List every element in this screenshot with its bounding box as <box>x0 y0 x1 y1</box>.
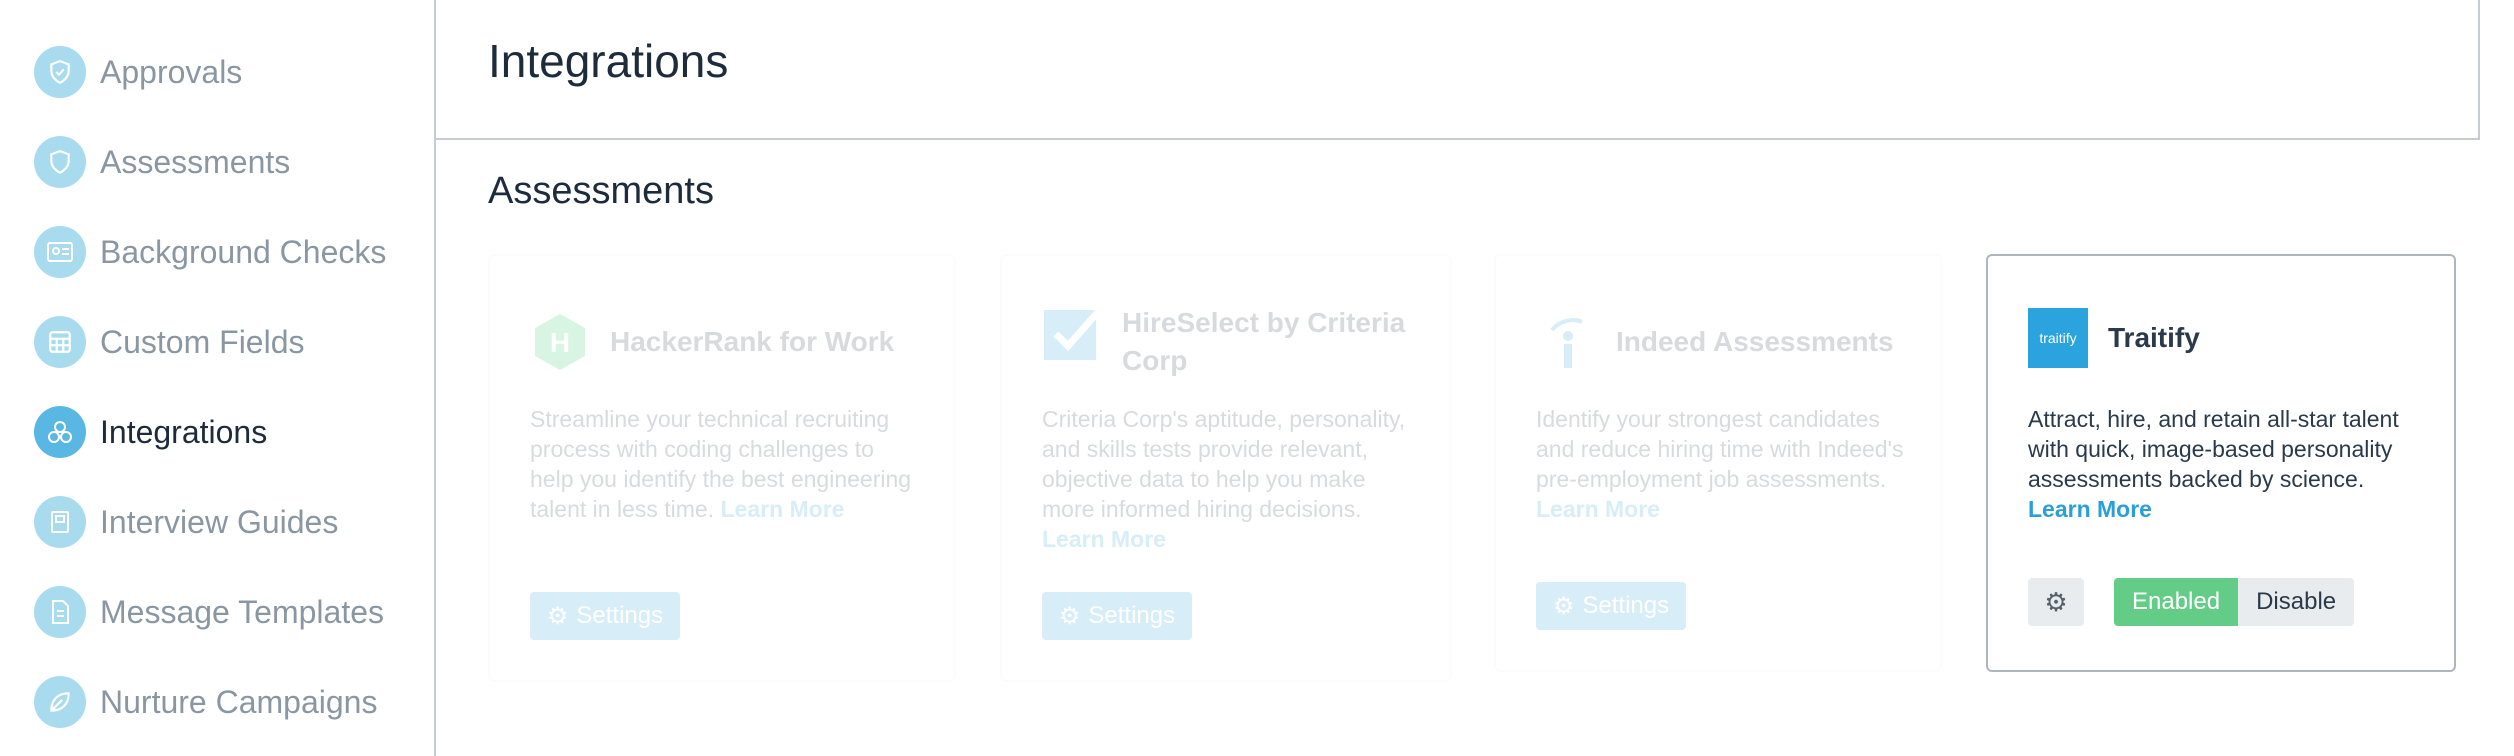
sidebar-item-approvals[interactable]: Approvals <box>34 44 242 100</box>
sidebar-item-label: Approvals <box>100 53 243 90</box>
section-title: Assessments <box>488 170 714 212</box>
settings-label: Settings <box>1582 592 1670 619</box>
settings-label: Settings <box>576 602 664 629</box>
enable-toggle: Enabled Disable <box>2114 578 2355 626</box>
sidebar: Approvals Assessments Background Checks … <box>0 0 436 756</box>
hackerrank-logo-icon: H <box>530 312 590 372</box>
settings-button[interactable]: ⚙ Settings <box>1042 592 1192 640</box>
gear-icon: ⚙ <box>2044 586 2068 617</box>
sidebar-item-label: Assessments <box>100 143 291 180</box>
gear-icon: ⚙ <box>1552 592 1575 620</box>
sidebar-item-message-templates[interactable]: Message Templates <box>34 584 384 640</box>
sidebar-item-integrations[interactable]: Integrations <box>34 404 267 460</box>
settings-label: Settings <box>1088 602 1176 629</box>
page-header: Integrations <box>436 0 2480 140</box>
leaf-icon <box>34 676 86 728</box>
shield-check-icon <box>34 46 86 98</box>
learn-more-link[interactable]: Learn More <box>1536 496 1660 522</box>
card-title: Traitify <box>2108 322 2200 353</box>
card-title: HackerRank for Work <box>610 326 895 357</box>
sidebar-item-label: Background Checks <box>100 233 387 270</box>
gear-icon: ⚙ <box>1058 602 1081 630</box>
disable-button[interactable]: Disable <box>2238 578 2355 626</box>
card-title: Indeed Assessments <box>1616 326 1894 357</box>
cubes-icon <box>34 406 86 458</box>
sidebar-item-custom-fields[interactable]: Custom Fields <box>34 314 305 370</box>
book-icon <box>34 496 86 548</box>
learn-more-link[interactable]: Learn More <box>720 496 844 522</box>
main-content: Integrations Assessments H HackerRank fo… <box>436 0 2514 756</box>
integration-card-hireselect: HireSelect by Criteria Corp Criteria Cor… <box>1000 254 1452 682</box>
sidebar-item-nurture-campaigns[interactable]: Nurture Campaigns <box>34 674 377 730</box>
indeed-logo-icon <box>1536 312 1596 372</box>
sidebar-item-label: Integrations <box>100 413 268 450</box>
integration-card-indeed: Indeed Assessments Identify your stronge… <box>1494 254 1942 672</box>
enabled-button[interactable]: Enabled <box>2114 578 2239 626</box>
sidebar-item-interview-guides[interactable]: Interview Guides <box>34 494 338 550</box>
card-description: Attract, hire, and retain all-star talen… <box>2028 406 2399 492</box>
learn-more-link[interactable]: Learn More <box>2028 496 2152 522</box>
sidebar-item-label: Message Templates <box>100 593 384 630</box>
integration-card-traitify: traitify Traitify Attract, hire, and ret… <box>1986 254 2456 672</box>
integration-card-hackerrank: H HackerRank for Work Streamline your te… <box>488 254 956 682</box>
sidebar-item-assessments[interactable]: Assessments <box>34 134 290 190</box>
sidebar-item-label: Nurture Campaigns <box>100 683 378 720</box>
sidebar-item-background-checks[interactable]: Background Checks <box>34 224 386 280</box>
document-icon <box>34 586 86 638</box>
card-description: Identify your strongest candidates and r… <box>1536 406 1904 492</box>
grid-icon <box>34 316 86 368</box>
page-title: Integrations <box>488 35 729 87</box>
shield-icon <box>34 136 86 188</box>
settings-button[interactable]: ⚙ <box>2028 578 2084 626</box>
svg-text:H: H <box>550 327 570 358</box>
settings-button[interactable]: ⚙ Settings <box>530 592 680 640</box>
checkbox-logo-icon <box>1042 304 1102 364</box>
settings-button[interactable]: ⚙ Settings <box>1536 582 1686 630</box>
card-description: Criteria Corp's aptitude, personality, a… <box>1042 406 1406 522</box>
card-title: HireSelect by Criteria Corp <box>1122 307 1406 376</box>
gear-icon: ⚙ <box>546 602 569 630</box>
traitify-logo: traitify <box>2028 308 2088 368</box>
sidebar-item-label: Interview Guides <box>100 503 339 540</box>
sidebar-item-label: Custom Fields <box>100 323 305 360</box>
id-card-icon <box>34 226 86 278</box>
learn-more-link[interactable]: Learn More <box>1042 526 1166 552</box>
